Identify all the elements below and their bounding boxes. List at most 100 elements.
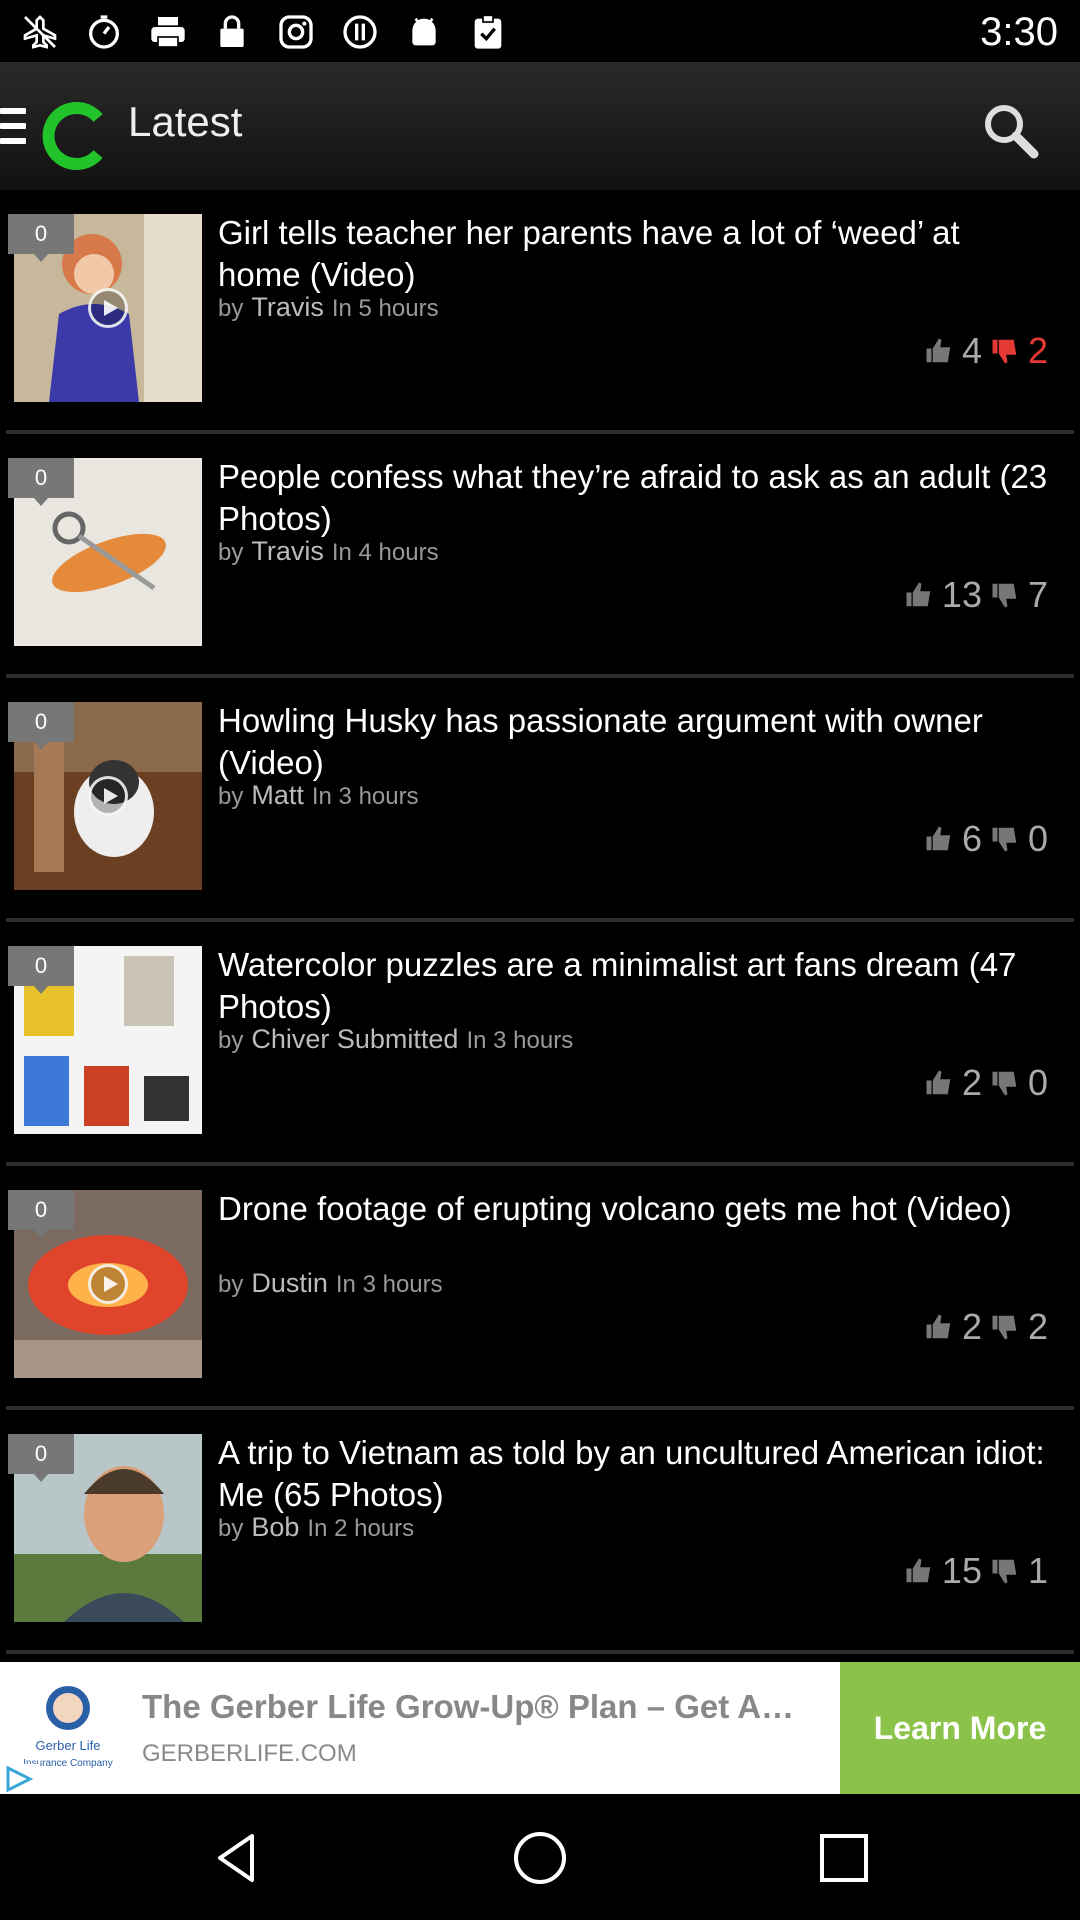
author-link[interactable]: Travis [251, 292, 324, 322]
gerber-logo-icon: Gerber Life Insurance Company [23, 1686, 113, 1769]
thumbs-down-icon[interactable] [990, 580, 1020, 610]
menu-icon[interactable] [0, 108, 26, 144]
article-title[interactable]: Watercolor puzzles are a minimalist art … [218, 944, 1048, 1028]
author-link[interactable]: Matt [251, 780, 304, 810]
thumbs-down-icon[interactable] [990, 1068, 1020, 1098]
notification-icons [20, 12, 508, 52]
clipboard-icon [474, 14, 502, 49]
article-title[interactable]: Howling Husky has passionate argument wi… [218, 700, 1048, 784]
unknown-icon [343, 15, 377, 49]
article-title[interactable]: Drone footage of erupting volcano gets m… [218, 1188, 1048, 1230]
search-icon[interactable] [978, 98, 1042, 162]
status-bar: 3:30 [0, 0, 1080, 62]
home-icon[interactable] [508, 1826, 572, 1890]
print-icon [151, 17, 185, 48]
upvote-count: 13 [941, 574, 982, 615]
author-link[interactable]: Chiver Submitted [251, 1024, 458, 1054]
article-meta: by Bob In 2 hours [218, 1512, 414, 1543]
post-time: In 2 hours [307, 1515, 415, 1542]
thumbs-up-icon[interactable] [924, 1068, 954, 1098]
article-meta: by Travis In 5 hours [218, 292, 439, 323]
by-label: by [218, 295, 244, 322]
article-feed[interactable]: 0 Girl tells teacher her parents have a … [0, 190, 1080, 1660]
article-meta: by Travis In 4 hours [218, 536, 439, 567]
downvote-count: 0 [1027, 1062, 1048, 1103]
vote-controls: 6 0 [924, 818, 1048, 860]
lock-icon [220, 15, 244, 47]
upvote-count: 2 [961, 1062, 982, 1103]
app-bar: Latest [0, 62, 1080, 190]
upvote-count: 15 [941, 1550, 982, 1591]
thumbs-down-icon[interactable] [990, 1312, 1020, 1342]
ad-logo-name: Gerber Life [35, 1738, 100, 1753]
article-title[interactable]: People confess what they’re afraid to as… [218, 456, 1048, 540]
comment-count-badge[interactable]: 0 [8, 458, 74, 506]
ad-domain: GERBERLIFE.COM [142, 1740, 357, 1767]
downvote-count: 2 [1027, 1306, 1048, 1347]
author-link[interactable]: Bob [251, 1512, 299, 1542]
post-time: In 3 hours [466, 1027, 574, 1054]
vote-controls: 15 1 [904, 1550, 1048, 1592]
thumbs-up-icon[interactable] [924, 1312, 954, 1342]
article-meta: by Matt In 3 hours [218, 780, 419, 811]
article-meta: by Dustin In 3 hours [218, 1268, 443, 1299]
comment-count-badge[interactable]: 0 [8, 1190, 74, 1238]
by-label: by [218, 1271, 244, 1298]
vote-controls: 13 7 [904, 574, 1048, 616]
comment-count-badge[interactable]: 0 [8, 1434, 74, 1482]
by-label: by [218, 1027, 244, 1054]
by-label: by [218, 783, 244, 810]
ad-title[interactable]: The Gerber Life Grow-Up® Plan – Get A… [142, 1688, 832, 1726]
article-item[interactable]: 0 Girl tells teacher her parents have a … [6, 190, 1074, 434]
thumbs-up-icon[interactable] [924, 336, 954, 366]
android-icon [412, 17, 436, 46]
downvote-count: 1 [1027, 1550, 1048, 1591]
status-time: 3:30 [980, 10, 1058, 54]
downvote-count: 7 [1027, 574, 1048, 615]
thumbs-down-icon[interactable] [990, 1556, 1020, 1586]
recents-icon[interactable] [812, 1826, 876, 1890]
vote-controls: 2 0 [924, 1062, 1048, 1104]
airplane-off-icon [23, 15, 57, 49]
article-title[interactable]: A trip to Vietnam as told by an uncultur… [218, 1432, 1048, 1516]
comment-count-badge[interactable]: 0 [8, 946, 74, 994]
back-icon[interactable] [206, 1826, 270, 1890]
article-item[interactable]: 0 Howling Husky has passionate argument … [6, 678, 1074, 922]
navigation-bar [0, 1794, 1080, 1920]
comment-count-badge[interactable]: 0 [8, 702, 74, 750]
instagram-icon [279, 15, 313, 49]
article-item[interactable]: 0 Drone footage of erupting volcano gets… [6, 1166, 1074, 1410]
ad-banner[interactable]: Gerber Life Insurance Company The Gerber… [0, 1662, 1080, 1794]
upvote-count: 6 [961, 818, 982, 859]
article-item[interactable]: 0 Watercolor puzzles are a minimalist ar… [6, 922, 1074, 1166]
page-title: Latest [128, 98, 243, 145]
play-icon [88, 1264, 128, 1304]
thumbs-down-icon[interactable] [990, 336, 1020, 366]
downvote-count: 0 [1027, 818, 1048, 859]
thumbs-down-icon[interactable] [990, 824, 1020, 854]
adchoices-icon[interactable] [0, 1764, 40, 1794]
comment-count-badge[interactable]: 0 [8, 214, 74, 262]
upvote-count: 2 [961, 1306, 982, 1347]
app-logo-icon[interactable] [38, 98, 114, 174]
thumbs-up-icon[interactable] [924, 824, 954, 854]
vote-controls: 4 2 [924, 330, 1048, 372]
post-time: In 4 hours [331, 539, 439, 566]
article-item[interactable]: 0 People confess what they’re afraid to … [6, 434, 1074, 678]
downvote-count: 2 [1027, 330, 1048, 371]
thumbs-up-icon[interactable] [904, 580, 934, 610]
learn-more-button[interactable]: Learn More [840, 1662, 1080, 1794]
article-meta: by Chiver Submitted In 3 hours [218, 1024, 573, 1055]
post-time: In 3 hours [335, 1271, 443, 1298]
post-time: In 5 hours [331, 295, 439, 322]
timer-icon [89, 15, 119, 49]
upvote-count: 4 [961, 330, 982, 371]
play-icon [88, 288, 128, 328]
author-link[interactable]: Travis [251, 536, 324, 566]
vote-controls: 2 2 [924, 1306, 1048, 1348]
author-link[interactable]: Dustin [251, 1268, 328, 1298]
article-title[interactable]: Girl tells teacher her parents have a lo… [218, 212, 1048, 296]
thumbs-up-icon[interactable] [904, 1556, 934, 1586]
post-time: In 3 hours [311, 783, 419, 810]
article-item[interactable]: 0 A trip to Vietnam as told by an uncult… [6, 1410, 1074, 1654]
